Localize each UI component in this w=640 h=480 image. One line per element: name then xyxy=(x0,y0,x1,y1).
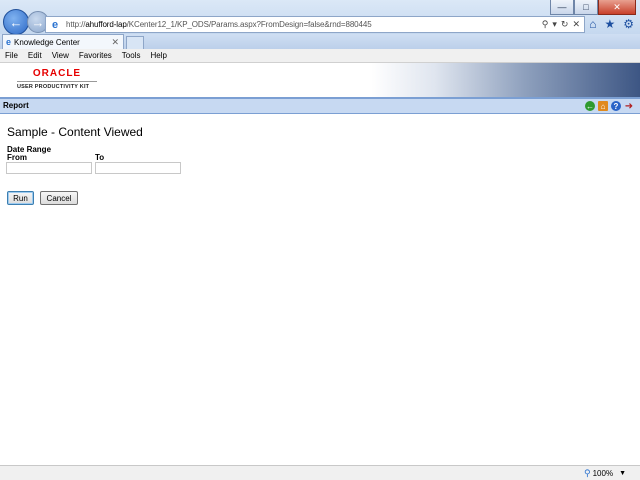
back-arrow-icon[interactable]: ← xyxy=(585,101,595,111)
oracle-upk-header: ORACLE USER PRODUCTIVITY KIT xyxy=(0,63,640,97)
url-host: ahufford-lap xyxy=(85,20,127,29)
status-bar: ⚲ 100% ▼ xyxy=(0,465,640,480)
menu-bar: File Edit View Favorites Tools Help xyxy=(0,49,640,63)
favorites-star-icon[interactable]: ★ xyxy=(604,17,615,31)
browser-right-icons: ⌂ ★ ⚙ xyxy=(589,17,634,31)
tab-strip: e Knowledge Center ✕ xyxy=(0,34,640,49)
logo-oracle-text: ORACLE xyxy=(32,68,82,79)
from-date-field[interactable] xyxy=(6,162,92,174)
ie-page-icon: e xyxy=(51,18,59,31)
minimize-button[interactable]: — xyxy=(550,0,574,15)
search-icon[interactable]: ⚲ xyxy=(542,19,549,30)
arrow-right-icon: → xyxy=(31,14,45,30)
logo-tagline: USER PRODUCTIVITY KIT xyxy=(17,84,90,90)
exit-icon[interactable]: ➜ xyxy=(624,101,634,112)
window-controls: — □ ✕ xyxy=(550,0,636,15)
menu-favorites[interactable]: Favorites xyxy=(74,51,117,60)
address-bar[interactable]: e http://ahufford-lap/KCenter12_1/KP_ODS… xyxy=(45,16,585,33)
zoom-control[interactable]: ⚲ 100% ▼ xyxy=(584,468,626,479)
maximize-button[interactable]: □ xyxy=(574,0,598,15)
page-title: Sample - Content Viewed xyxy=(7,125,143,139)
url-path: /KCenter12_1/KP_ODS/Params.aspx?FromDesi… xyxy=(126,20,372,29)
menu-help[interactable]: Help xyxy=(145,51,171,60)
back-button[interactable]: ← xyxy=(3,9,29,35)
chevron-down-icon[interactable]: ▼ xyxy=(619,470,626,477)
url-prefix: http:// xyxy=(66,20,86,29)
to-label: To xyxy=(95,153,105,162)
cancel-button[interactable]: Cancel xyxy=(40,191,78,205)
minimize-icon: — xyxy=(557,2,567,12)
zoom-icon: ⚲ xyxy=(584,468,591,478)
zoom-level: 100% xyxy=(592,469,614,478)
close-icon: ✕ xyxy=(613,1,621,12)
ie-tab-icon: e xyxy=(6,37,12,47)
logo-divider xyxy=(17,81,97,82)
new-tab-button[interactable] xyxy=(126,36,144,49)
report-bar: Report ← ⌂ ? ➜ xyxy=(0,97,640,114)
tab-close-icon[interactable]: ✕ xyxy=(111,37,119,48)
dropdown-icon[interactable]: ▾ xyxy=(552,19,557,30)
oracle-logo: ORACLE USER PRODUCTIVITY KIT xyxy=(17,69,97,90)
tab-title: Knowledge Center xyxy=(14,37,80,47)
run-button[interactable]: Run xyxy=(7,191,34,205)
url-text[interactable]: http://ahufford-lap/KCenter12_1/KP_ODS/P… xyxy=(66,20,542,29)
refresh-icon[interactable]: ↻ xyxy=(561,19,569,30)
tab-knowledge-center[interactable]: e Knowledge Center ✕ xyxy=(2,34,124,49)
help-icon[interactable]: ? xyxy=(611,101,621,111)
gear-icon[interactable]: ⚙ xyxy=(623,17,634,31)
stop-icon[interactable]: ✕ xyxy=(572,19,580,30)
menu-edit[interactable]: Edit xyxy=(23,51,47,60)
menu-file[interactable]: File xyxy=(0,51,23,60)
maximize-icon: □ xyxy=(583,2,589,12)
address-tools: ⚲ ▾ ↻ ✕ xyxy=(542,19,584,30)
report-title: Report xyxy=(3,101,29,110)
menu-tools[interactable]: Tools xyxy=(117,51,146,60)
from-label: From xyxy=(7,153,27,162)
menu-view[interactable]: View xyxy=(47,51,74,60)
close-window-button[interactable]: ✕ xyxy=(598,0,636,15)
home-icon[interactable]: ⌂ xyxy=(598,101,608,111)
report-toolbar: ← ⌂ ? ➜ xyxy=(585,101,634,112)
arrow-left-icon: ← xyxy=(9,14,23,30)
to-date-field[interactable] xyxy=(95,162,181,174)
home-icon[interactable]: ⌂ xyxy=(589,17,596,31)
browser-titlebar: ← → — □ ✕ e http://ahufford-lap/KCenter1… xyxy=(0,0,640,35)
